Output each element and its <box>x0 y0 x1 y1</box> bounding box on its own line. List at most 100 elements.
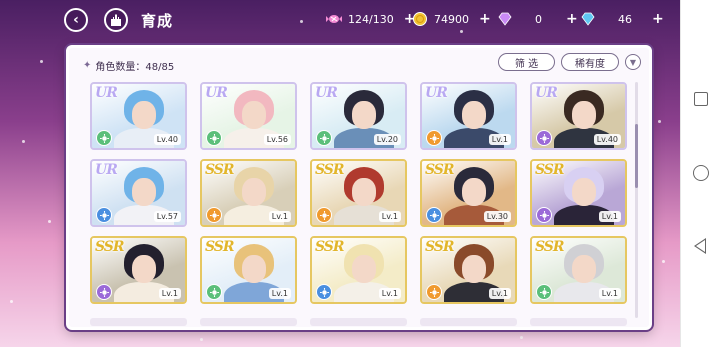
level-label: Lv.1 <box>378 211 401 222</box>
character-portrait <box>242 101 266 129</box>
next-row-card[interactable] <box>530 318 627 326</box>
character-card[interactable]: SSR Lv.1 <box>310 236 407 304</box>
attribute-icon <box>426 284 442 300</box>
attribute-icon <box>206 207 222 223</box>
attribute-icon <box>536 207 552 223</box>
back-arrow-icon: ‹ <box>73 12 79 28</box>
character-card[interactable]: SSR Lv.1 <box>200 159 297 227</box>
character-portrait <box>352 178 376 206</box>
attribute-icon <box>96 207 112 223</box>
character-card[interactable]: UR Lv.57 <box>90 159 187 227</box>
home-button[interactable] <box>104 8 128 32</box>
chevron-down-icon: ▼ <box>629 57 637 67</box>
character-portrait <box>132 101 156 129</box>
rarity-badge: SSR <box>535 162 565 178</box>
level-label: Lv.1 <box>488 288 511 299</box>
character-card[interactable]: SSR Lv.1 <box>530 236 627 304</box>
rarity-badge: SSR <box>205 239 235 255</box>
attribute-icon <box>426 130 442 146</box>
resource-coins: 74900 + <box>412 11 491 27</box>
level-label: Lv.30 <box>483 211 511 222</box>
character-portrait <box>352 101 376 129</box>
attribute-icon <box>206 284 222 300</box>
attribute-icon <box>316 207 332 223</box>
resource-pink-diamonds: 0 + <box>497 11 578 27</box>
level-label: Lv.20 <box>373 134 401 145</box>
attribute-icon <box>206 130 222 146</box>
level-label: Lv.1 <box>268 288 291 299</box>
next-row-card[interactable] <box>90 318 187 326</box>
rarity-badge: UR <box>425 85 448 101</box>
rarity-badge: UR <box>205 85 228 101</box>
stamina-value: 124/130 <box>348 12 394 26</box>
level-label: Lv.1 <box>488 134 511 145</box>
character-card[interactable]: UR Lv.56 <box>200 82 297 150</box>
character-card[interactable]: SSR Lv.1 <box>200 236 297 304</box>
rarity-badge: UR <box>95 162 118 178</box>
blue-diamond-icon <box>581 12 595 26</box>
character-card[interactable]: UR Lv.40 <box>530 82 627 150</box>
attribute-icon <box>316 284 332 300</box>
level-label: Lv.40 <box>593 134 621 145</box>
level-label: Lv.1 <box>378 288 401 299</box>
rarity-badge: SSR <box>95 239 125 255</box>
character-card[interactable]: SSR Lv.1 <box>420 236 517 304</box>
level-label: Lv.56 <box>263 134 291 145</box>
system-navigation-bar <box>680 0 720 347</box>
rarity-badge: UR <box>315 85 338 101</box>
character-card[interactable]: UR Lv.40 <box>90 82 187 150</box>
character-portrait <box>572 101 596 129</box>
character-card[interactable]: SSR Lv.1 <box>310 159 407 227</box>
rarity-badge: UR <box>535 85 558 101</box>
next-row-card[interactable] <box>420 318 517 326</box>
character-portrait <box>242 255 266 283</box>
scrollbar-thumb[interactable] <box>635 124 638 188</box>
attribute-icon <box>96 130 112 146</box>
character-card[interactable]: UR Lv.20 <box>310 82 407 150</box>
character-card[interactable]: SSR Lv.30 <box>420 159 517 227</box>
coins-value: 74900 <box>434 12 469 26</box>
page-title: 育成 <box>141 12 174 30</box>
attribute-icon <box>536 284 552 300</box>
blue-diamond-value: 46 <box>618 12 632 26</box>
character-portrait <box>132 178 156 206</box>
next-row-card[interactable] <box>310 318 407 326</box>
add-blue-diamond-button[interactable]: + <box>652 11 664 27</box>
back-nav-button[interactable] <box>694 238 706 254</box>
rarity-badge: SSR <box>425 239 455 255</box>
level-label: Lv.1 <box>158 288 181 299</box>
character-portrait <box>462 255 486 283</box>
character-card[interactable]: UR Lv.1 <box>420 82 517 150</box>
character-count-label: 角色数量：48/85 <box>95 62 175 73</box>
rarity-badge: SSR <box>425 162 455 178</box>
character-portrait <box>462 101 486 129</box>
rarity-badge: SSR <box>535 239 565 255</box>
scrollbar-track[interactable] <box>635 82 638 318</box>
back-button[interactable]: ‹ <box>64 8 88 32</box>
character-card[interactable]: SSR Lv.1 <box>530 159 627 227</box>
character-portrait <box>352 255 376 283</box>
character-card[interactable]: SSR Lv.1 <box>90 236 187 304</box>
filter-button[interactable]: 筛 选 <box>498 53 555 71</box>
character-portrait <box>572 178 596 206</box>
add-pink-diamond-button[interactable]: + <box>566 11 578 27</box>
character-portrait <box>462 178 486 206</box>
pink-diamond-value: 0 <box>535 12 542 26</box>
sort-order-button[interactable]: ▼ <box>625 54 641 70</box>
top-bar: ‹ 育成 124/130 + 74900 + 0 + 46 + <box>0 0 680 40</box>
attribute-icon <box>316 130 332 146</box>
level-label: Lv.1 <box>598 211 621 222</box>
pink-diamond-icon <box>498 12 512 26</box>
home-nav-button[interactable] <box>693 165 709 181</box>
attribute-icon <box>426 207 442 223</box>
attribute-icon <box>536 130 552 146</box>
level-label: Lv.40 <box>153 134 181 145</box>
character-portrait <box>242 178 266 206</box>
rarity-badge: SSR <box>205 162 235 178</box>
recents-button[interactable] <box>694 92 708 106</box>
rarity-badge: SSR <box>315 162 345 178</box>
next-row-card[interactable] <box>200 318 297 326</box>
rarity-sort-button[interactable]: 稀有度 <box>561 53 619 71</box>
add-coins-button[interactable]: + <box>479 11 491 27</box>
level-label: Lv.1 <box>268 211 291 222</box>
